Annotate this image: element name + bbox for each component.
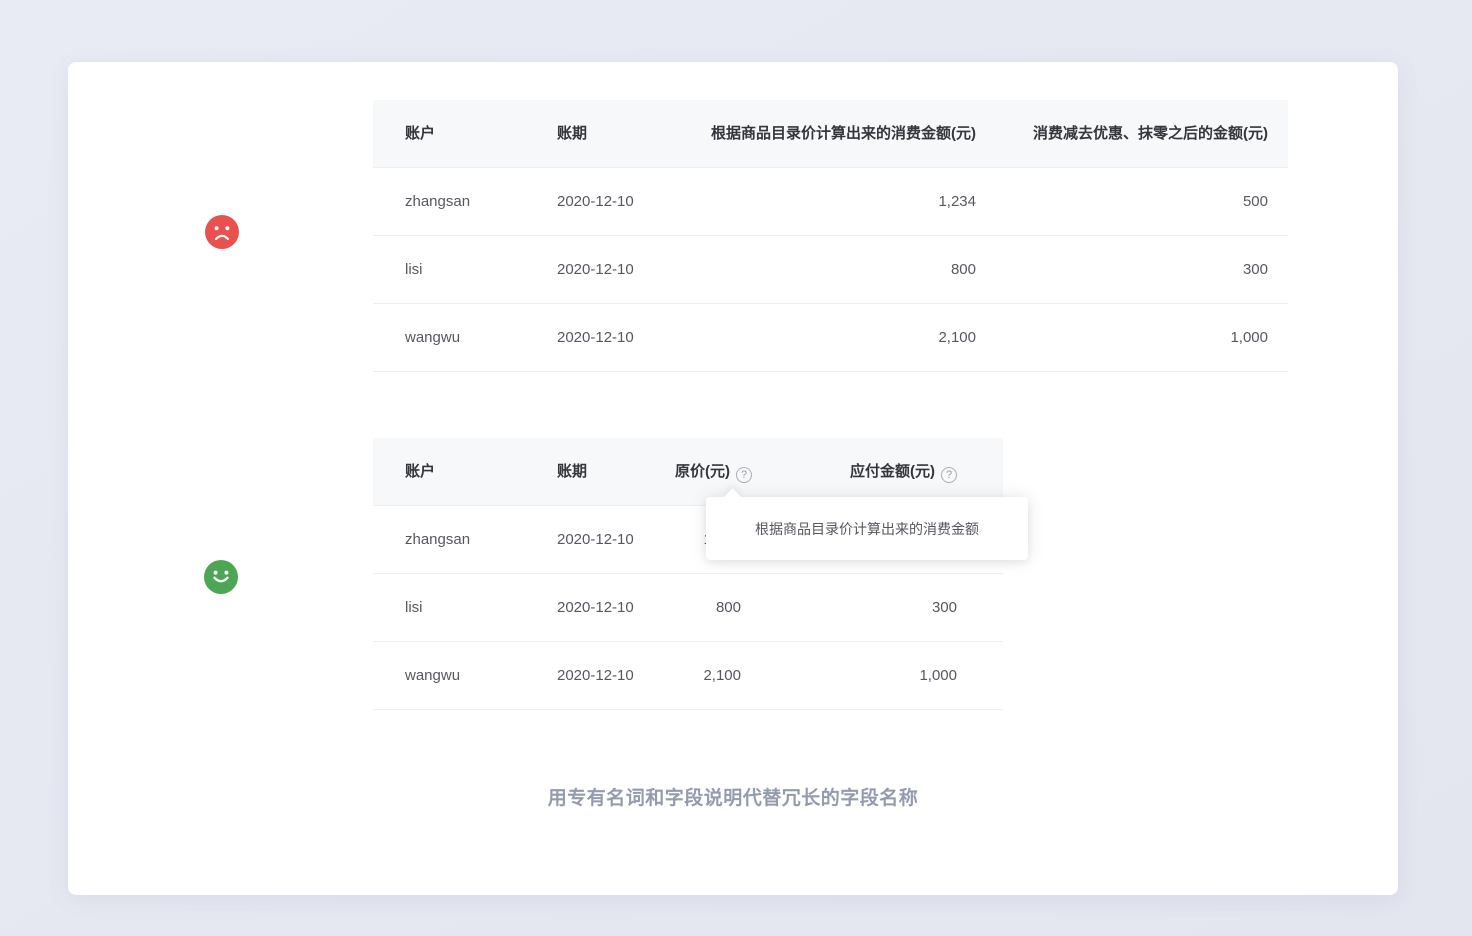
tooltip-text: 根据商品目录价计算出来的消费金额 [755, 519, 979, 539]
cell-list-price: 800 [675, 236, 976, 303]
table-row: lisi 2020-12-10 800 300 [373, 236, 1288, 304]
column-header-label: 应付金额(元) [850, 463, 935, 480]
bad-example-table: 账户 账期 根据商品目录价计算出来的消费金额(元) 消费减去优惠、抹零之后的金额… [373, 100, 1288, 372]
cell-list-price: 2,100 [675, 304, 976, 371]
table-row: wangwu 2020-12-10 2,100 1,000 [373, 304, 1288, 372]
cell-account: wangwu [373, 642, 525, 709]
cell-period: 2020-12-10 [525, 642, 675, 709]
cell-account: zhangsan [373, 506, 525, 573]
content-card: 账户 账期 根据商品目录价计算出来的消费金额(元) 消费减去优惠、抹零之后的金额… [68, 62, 1398, 895]
sad-face-icon [205, 215, 239, 249]
column-header-label: 原价(元) [675, 463, 730, 480]
good-example-table: 账户 账期 原价(元)? 应付金额(元)? zhangsan 2020-12-1… [373, 438, 1003, 710]
table-row: lisi 2020-12-10 800 300 [373, 574, 1003, 642]
happy-face-icon [204, 560, 238, 594]
cell-period: 2020-12-10 [525, 574, 675, 641]
cell-payable: 1,000 [976, 304, 1288, 371]
cell-period: 2020-12-10 [525, 168, 675, 235]
column-header-period: 账期 [525, 100, 675, 167]
help-icon[interactable]: ? [941, 467, 957, 483]
cell-payable: 1,000 [741, 642, 1003, 709]
cell-list-price: 1,234 [675, 168, 976, 235]
table-header-row: 账户 账期 原价(元)? 应付金额(元)? [373, 438, 1003, 506]
column-header-period: 账期 [525, 438, 675, 505]
column-header-payable: 应付金额(元)? [741, 438, 1003, 505]
cell-account: wangwu [373, 304, 525, 371]
cell-list-price: 800 [675, 574, 741, 641]
table-row: wangwu 2020-12-10 2,100 1,000 [373, 642, 1003, 710]
tooltip: 根据商品目录价计算出来的消费金额 [706, 497, 1028, 560]
column-header-account: 账户 [373, 100, 525, 167]
column-header-account: 账户 [373, 438, 525, 505]
cell-account: lisi [373, 236, 525, 303]
table-row: zhangsan 2020-12-10 1,234 500 [373, 168, 1288, 236]
cell-list-price: 2,100 [675, 642, 741, 709]
cell-payable: 500 [976, 168, 1288, 235]
column-header-payable-verbose: 消费减去优惠、抹零之后的金额(元) [976, 100, 1288, 167]
cell-payable: 300 [976, 236, 1288, 303]
cell-account: lisi [373, 574, 525, 641]
cell-period: 2020-12-10 [525, 236, 675, 303]
cell-period: 2020-12-10 [525, 304, 675, 371]
cell-account: zhangsan [373, 168, 525, 235]
caption-text: 用专有名词和字段说明代替冗长的字段名称 [68, 783, 1398, 810]
column-header-list-price-verbose: 根据商品目录价计算出来的消费金额(元) [675, 100, 976, 167]
cell-payable: 300 [741, 574, 1003, 641]
table-header-row: 账户 账期 根据商品目录价计算出来的消费金额(元) 消费减去优惠、抹零之后的金额… [373, 100, 1288, 168]
cell-period: 2020-12-10 [525, 506, 675, 573]
